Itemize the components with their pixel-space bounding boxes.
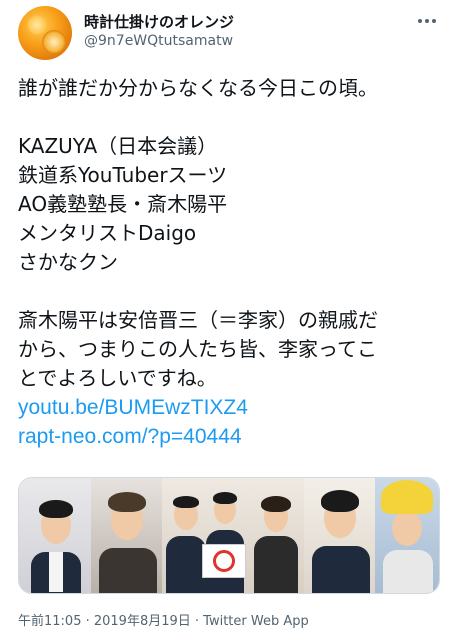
- photo-figure-head: [392, 510, 423, 546]
- media-strip[interactable]: [18, 477, 440, 594]
- logo-sign: [202, 544, 247, 578]
- author-handle[interactable]: @9n7eWQtutsamatw: [84, 33, 233, 49]
- photo-figure-suit: [254, 536, 299, 593]
- list-item: KAZUYA（日本会議）: [18, 134, 218, 158]
- photo-figure-hair: [173, 496, 200, 508]
- photo-figure-shirt: [49, 552, 63, 592]
- conclusion-line: とでよろしいですね。: [18, 366, 217, 390]
- author-display-name[interactable]: 時計仕掛けのオレンジ: [84, 11, 234, 32]
- media-photo-2[interactable]: [90, 478, 163, 593]
- media-photo-4[interactable]: [303, 478, 376, 593]
- photo-figure-suit: [166, 536, 207, 593]
- list-item: メンタリストDaigo: [18, 221, 197, 245]
- tweet-timestamp[interactable]: 午前11:05 · 2019年8月19日 · Twitter Web App: [18, 610, 309, 629]
- photo-figure-hair: [107, 492, 146, 512]
- more-dots-svg: [418, 19, 436, 23]
- tweet-header: 時計仕掛けのオレンジ @9n7eWQtutsamatw: [18, 6, 440, 62]
- photo-figure-hair: [39, 500, 73, 518]
- photo-figure-hair: [320, 490, 359, 512]
- conclusion-line: から、つまりこの人たち皆、李家ってこ: [18, 337, 377, 361]
- tweet-intro: 誰が誰だか分からなくなる今日この頃。: [18, 76, 378, 100]
- photo-figure-hair: [213, 492, 238, 504]
- fish-hat: [381, 480, 434, 514]
- photo-figure-coat: [383, 550, 434, 593]
- avatar[interactable]: [18, 6, 72, 60]
- list-item: 鉄道系YouTuberスーツ: [18, 163, 228, 187]
- media-photo-5[interactable]: [375, 478, 439, 593]
- media-photo-1[interactable]: [19, 478, 91, 593]
- media-photo-3[interactable]: [162, 478, 304, 593]
- tweet-text: 誰が誰だか分からなくなる今日この頃。 KAZUYA（日本会議） 鉄道系YouTu…: [18, 74, 438, 451]
- photo-figure-hair: [261, 496, 292, 512]
- photo-figure-suit: [311, 546, 370, 593]
- rapt-neo-link[interactable]: rapt-neo.com/?p=40444: [18, 422, 438, 451]
- photo-figure-suit: [98, 548, 157, 593]
- more-horizontal-icon[interactable]: [414, 8, 440, 34]
- conclusion-line: 斎木陽平は安倍晋三（＝李家）の親戚だ: [18, 308, 378, 332]
- list-item: AO義塾塾長・斎木陽平: [18, 192, 228, 216]
- list-item: さかなクン: [18, 250, 118, 274]
- youtube-link[interactable]: youtu.be/BUMEwzTIXZ4: [18, 393, 438, 422]
